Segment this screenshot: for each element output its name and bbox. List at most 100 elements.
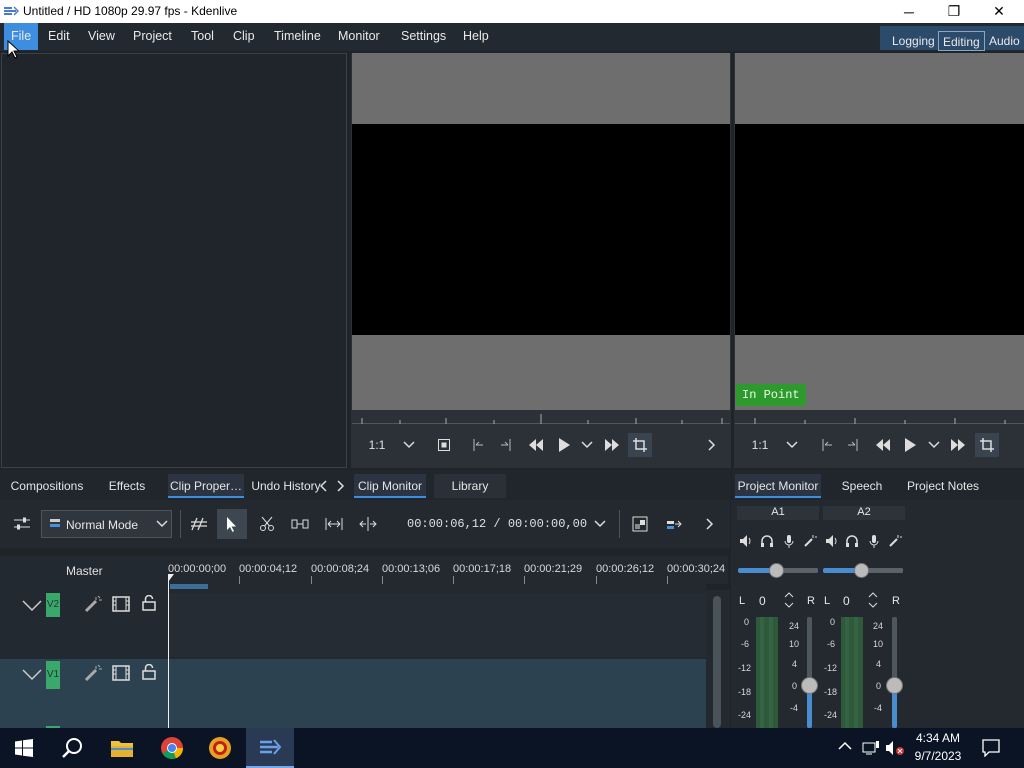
headphones-icon[interactable]	[760, 534, 774, 548]
track-settings-icon[interactable]	[10, 512, 34, 536]
menu-view[interactable]: View	[81, 23, 122, 50]
set-in-point-icon[interactable]	[816, 427, 838, 463]
chevron-down-icon[interactable]	[579, 427, 595, 463]
layout-editing[interactable]: Editing	[938, 31, 985, 51]
film-icon[interactable]	[112, 665, 130, 681]
collapse-track-icon[interactable]	[22, 600, 42, 612]
menu-edit[interactable]: Edit	[41, 23, 77, 50]
balance-handle[interactable]	[854, 563, 869, 578]
track-v2-lane[interactable]	[168, 593, 706, 657]
tab-clip-properties[interactable]: Clip Proper…	[168, 474, 244, 498]
project-monitor-ruler[interactable]	[735, 410, 1024, 424]
tab-compositions[interactable]: Compositions	[8, 474, 86, 498]
set-out-point-icon[interactable]	[495, 427, 517, 463]
layout-logging[interactable]: Logging	[888, 31, 939, 51]
master-label[interactable]: Master	[66, 564, 103, 578]
notifications-icon[interactable]	[982, 739, 1000, 757]
project-bin-panel[interactable]	[1, 53, 347, 468]
volume-fader-a1[interactable]	[807, 617, 812, 728]
chevron-down-icon[interactable]	[782, 427, 802, 463]
play-icon[interactable]	[899, 427, 921, 463]
volume-fader-a2[interactable]	[892, 617, 897, 728]
speaker-icon[interactable]	[739, 534, 753, 548]
ripple-tool-icon[interactable]	[322, 512, 346, 536]
menu-settings[interactable]: Settings	[394, 23, 453, 50]
browser-app-icon[interactable]	[196, 728, 244, 768]
composite-icon[interactable]	[628, 512, 652, 536]
playhead[interactable]	[168, 574, 169, 728]
clip-monitor-ruler[interactable]	[352, 410, 730, 424]
chevron-up-icon[interactable]	[838, 741, 852, 751]
timeline-tracks[interactable]: 00:00:00;00 00:00:04;12 00:00:08;24 00:0…	[168, 556, 728, 728]
selection-tool-icon[interactable]	[217, 509, 247, 539]
search-icon[interactable]	[48, 728, 96, 768]
effect-wand-icon[interactable]	[84, 595, 102, 613]
menu-help[interactable]: Help	[456, 23, 496, 50]
menu-clip[interactable]: Clip	[226, 23, 262, 50]
kdenlive-taskbar-icon[interactable]	[246, 728, 294, 768]
microphone-icon[interactable]	[783, 534, 795, 548]
menu-project[interactable]: Project	[126, 23, 179, 50]
fader-handle[interactable]	[801, 677, 818, 694]
speaker-icon[interactable]	[825, 534, 839, 548]
fast-forward-icon[interactable]	[601, 427, 623, 463]
balance-handle[interactable]	[769, 563, 784, 578]
chevron-down-icon[interactable]	[926, 427, 942, 463]
chrome-icon[interactable]	[148, 728, 196, 768]
fader-handle[interactable]	[886, 677, 903, 694]
menu-timeline[interactable]: Timeline	[267, 23, 328, 50]
track-name[interactable]: V2	[46, 593, 60, 617]
set-in-point-icon[interactable]	[467, 427, 489, 463]
set-out-point-icon[interactable]	[842, 427, 864, 463]
tab-library[interactable]: Library	[434, 474, 506, 498]
lock-icon[interactable]	[141, 595, 157, 611]
clip-monitor-zoom[interactable]: 1:1	[363, 427, 391, 463]
chevron-right-icon[interactable]	[703, 427, 721, 463]
crop-icon[interactable]	[628, 433, 652, 457]
collapse-track-icon[interactable]	[22, 669, 42, 681]
tab-effects[interactable]: Effects	[96, 474, 158, 498]
fullscreen-icon[interactable]	[433, 427, 455, 463]
track-v1-lane[interactable]	[168, 659, 706, 728]
timeline-ruler[interactable]: 00:00:00;00 00:00:04;12 00:00:08;24 00:0…	[168, 556, 728, 589]
film-icon[interactable]	[112, 596, 130, 612]
scrollbar-thumb[interactable]	[713, 596, 721, 728]
track-header-v1[interactable]: V1	[0, 659, 168, 728]
edit-mode-select[interactable]: Normal Mode	[41, 510, 172, 538]
clock-time[interactable]: 4:34 AM	[906, 731, 970, 745]
menu-tool[interactable]: Tool	[184, 23, 221, 50]
timeline-timecode[interactable]: 00:00:06,12 / 00:00:00,00	[407, 517, 587, 531]
tab-clip-monitor[interactable]: Clip Monitor	[354, 474, 426, 498]
spacer-tool-icon[interactable]	[187, 512, 211, 536]
headphones-icon[interactable]	[845, 534, 859, 548]
fast-forward-icon[interactable]	[947, 427, 969, 463]
tab-speech-editor[interactable]: Speech Editor	[825, 474, 899, 517]
volume-muted-icon[interactable]	[885, 740, 905, 756]
menu-monitor[interactable]: Monitor	[331, 23, 387, 50]
effect-wand-icon[interactable]	[84, 664, 102, 682]
chevron-right-icon[interactable]	[698, 512, 722, 536]
spin-arrows-icon[interactable]	[867, 590, 879, 610]
track-name[interactable]: V1	[46, 661, 60, 689]
track-header-v2[interactable]: V2	[0, 590, 168, 656]
network-icon[interactable]	[862, 740, 880, 756]
effect-wand-icon[interactable]	[803, 534, 817, 548]
lock-icon[interactable]	[141, 664, 157, 680]
play-icon[interactable]	[553, 427, 575, 463]
chevron-right-icon[interactable]	[337, 480, 345, 492]
windows-start-icon[interactable]	[0, 728, 48, 768]
insert-clip-icon[interactable]	[662, 512, 686, 536]
file-explorer-icon[interactable]	[98, 728, 146, 768]
project-monitor[interactable]: In Point 1:1	[734, 53, 1024, 468]
gain-spinbox-a1[interactable]: 0	[753, 590, 803, 610]
rewind-icon[interactable]	[872, 427, 894, 463]
spin-arrows-icon[interactable]	[783, 590, 795, 610]
minimize-button[interactable]: ─	[886, 0, 932, 23]
tab-project-monitor[interactable]: Project Monitor	[735, 474, 821, 498]
effect-wand-icon[interactable]	[888, 534, 902, 548]
tab-undo-history[interactable]: Undo History	[250, 474, 322, 498]
clip-monitor[interactable]: 1:1	[351, 53, 731, 468]
timeline-scrollbar[interactable]	[706, 590, 730, 728]
gain-spinbox-a2[interactable]: 0	[837, 590, 887, 610]
chevron-down-icon[interactable]	[399, 427, 419, 463]
